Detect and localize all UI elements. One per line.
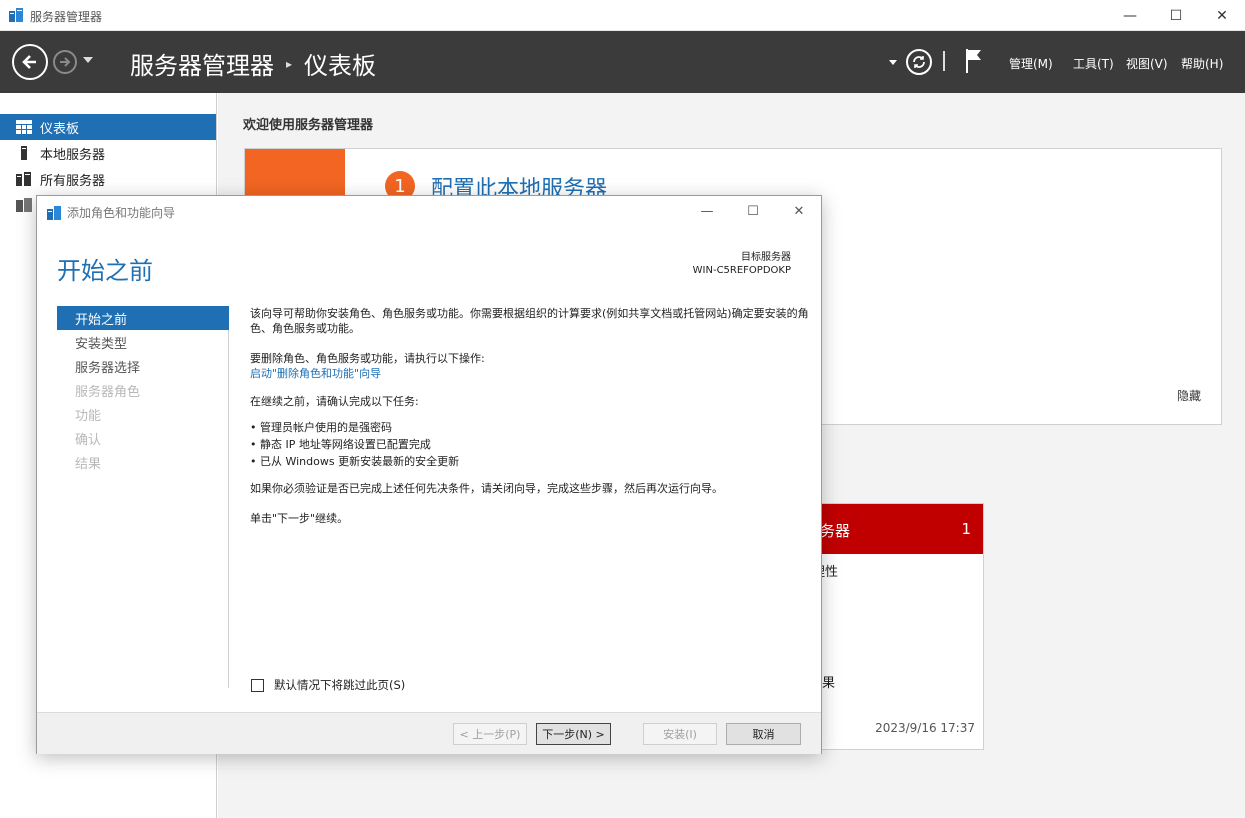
next-button[interactable]: 下一步(N) >	[536, 723, 611, 745]
tile-count: 1	[961, 520, 971, 538]
sidebar-item-label: 仪表板	[40, 121, 80, 137]
minimize-icon: —	[700, 203, 714, 219]
dashboard-icon	[16, 120, 32, 134]
breadcrumb: 服务器管理器 ▸ 仪表板	[130, 46, 376, 81]
refresh-icon	[913, 56, 925, 68]
local-server-tile[interactable]: 本地服务器 1 管理性 事件 服务 性能 BPA 结果 2023/9/16 17…	[775, 503, 984, 750]
dialog-minimize-button[interactable]: —	[684, 196, 730, 226]
refresh-button[interactable]	[906, 49, 932, 75]
step-before-you-begin[interactable]: 开始之前	[57, 306, 229, 330]
flag-icon[interactable]	[964, 48, 984, 74]
sidebar-item-local-server[interactable]: 本地服务器	[0, 140, 216, 166]
dialog-title: 添加角色和功能向导	[67, 206, 176, 220]
click-next-text: 单击"下一步"继续。	[250, 512, 349, 525]
breadcrumb-separator: ▸	[286, 56, 293, 71]
target-server-name: WIN-C5REFOPDOKP	[692, 265, 791, 276]
minimize-button[interactable]: —	[1107, 0, 1153, 31]
add-roles-wizard-dialog: 添加角色和功能向导 — ☐ ✕ 开始之前 目标服务器 WIN-C5REFOPDO…	[36, 195, 822, 754]
target-server-label: 目标服务器	[741, 252, 791, 263]
forward-button[interactable]	[53, 50, 77, 74]
task-item: • 已从 Windows 更新安装最新的安全更新	[250, 455, 460, 468]
breadcrumb-app[interactable]: 服务器管理器	[130, 46, 274, 81]
menu-view[interactable]: 视图(V)	[1126, 55, 1168, 72]
close-button[interactable]: ✕	[1199, 0, 1245, 31]
before-continue-text: 在继续之前，请确认完成以下任务:	[250, 395, 419, 408]
dialog-titlebar: 添加角色和功能向导	[47, 204, 175, 221]
menu-help[interactable]: 帮助(H)	[1181, 55, 1223, 72]
task-item: • 管理员帐户使用的是强密码	[250, 421, 392, 434]
previous-button[interactable]: < 上一步(P)	[453, 723, 527, 745]
step-results: 结果	[75, 456, 102, 472]
header-divider	[943, 51, 945, 71]
app-header: 服务器管理器 ▸ 仪表板 管理(M) 工具(T) 视图(V) 帮助(H)	[0, 31, 1245, 93]
skip-page-option[interactable]: 默认情况下将跳过此页(S)	[251, 677, 405, 693]
welcome-heading: 欢迎使用服务器管理器	[243, 118, 374, 133]
maximize-icon: ☐	[1169, 7, 1183, 24]
server-manager-icon	[9, 8, 23, 22]
sidebar-item-dashboard[interactable]: 仪表板	[0, 114, 216, 140]
remove-roles-link[interactable]: 启动"删除角色和功能"向导	[250, 366, 810, 381]
file-services-icon	[16, 198, 32, 212]
close-icon: ✕	[793, 203, 805, 219]
window-titlebar: 服务器管理器 — ☐ ✕	[0, 0, 1245, 31]
maximize-icon: ☐	[747, 203, 759, 219]
history-dropdown-icon[interactable]	[83, 57, 93, 63]
wizard-page-heading: 开始之前	[57, 257, 153, 285]
arrow-right-icon	[60, 57, 71, 67]
skip-page-checkbox[interactable]	[251, 678, 264, 692]
sidebar-item-label: 所有服务器	[40, 173, 106, 189]
remove-intro: 要删除角色、角色服务或功能，请执行以下操作:	[250, 352, 485, 365]
hide-link[interactable]: 隐藏	[1177, 387, 1201, 404]
menu-manage[interactable]: 管理(M)	[1009, 55, 1053, 72]
local-server-icon	[21, 146, 27, 160]
wizard-icon	[47, 205, 61, 220]
tile-timestamp: 2023/9/16 17:37	[875, 721, 975, 735]
close-icon: ✕	[1216, 7, 1228, 24]
verify-note: 如果你必须验证是否已完成上述任何先决条件，请关闭向导，完成这些步骤，然后再次运行…	[250, 482, 723, 495]
sidebar-item-all-servers[interactable]: 所有服务器	[0, 166, 216, 192]
back-button[interactable]	[12, 44, 48, 80]
step-installation-type[interactable]: 安装类型	[57, 330, 229, 354]
step-features: 功能	[75, 408, 102, 424]
window-title: 服务器管理器	[30, 10, 103, 24]
maximize-button[interactable]: ☐	[1153, 0, 1199, 31]
sidebar-item-label: 本地服务器	[40, 147, 106, 163]
step-confirmation: 确认	[75, 432, 102, 448]
cancel-button[interactable]: 取消	[726, 723, 801, 745]
step-server-selection[interactable]: 服务器选择	[57, 354, 229, 378]
tile-header[interactable]: 本地服务器 1	[775, 504, 983, 554]
header-dropdown-icon[interactable]	[889, 60, 897, 65]
intro-paragraph: 该向导可帮助你安装角色、角色服务或功能。你需要根据组织的计算要求(例如共享文档或…	[250, 307, 809, 335]
install-button[interactable]: 安装(I)	[643, 723, 717, 745]
arrow-left-icon	[22, 55, 36, 69]
breadcrumb-page: 仪表板	[304, 52, 377, 80]
all-servers-icon	[16, 172, 31, 186]
dialog-maximize-button[interactable]: ☐	[730, 196, 776, 226]
target-server-info: 目标服务器 WIN-C5REFOPDOKP	[693, 251, 791, 277]
dialog-close-button[interactable]: ✕	[776, 196, 822, 226]
menu-tools[interactable]: 工具(T)	[1073, 55, 1114, 72]
wizard-steps-nav: 开始之前 安装类型 服务器选择 服务器角色 功能 确认 结果	[57, 306, 229, 688]
minimize-icon: —	[1123, 7, 1137, 24]
step-server-roles: 服务器角色	[75, 384, 141, 400]
skip-page-label: 默认情况下将跳过此页(S)	[274, 678, 406, 692]
task-item: • 静态 IP 地址等网络设置已配置完成	[250, 438, 431, 451]
wizard-button-bar: < 上一步(P) 下一步(N) > 安装(I) 取消	[37, 712, 821, 754]
